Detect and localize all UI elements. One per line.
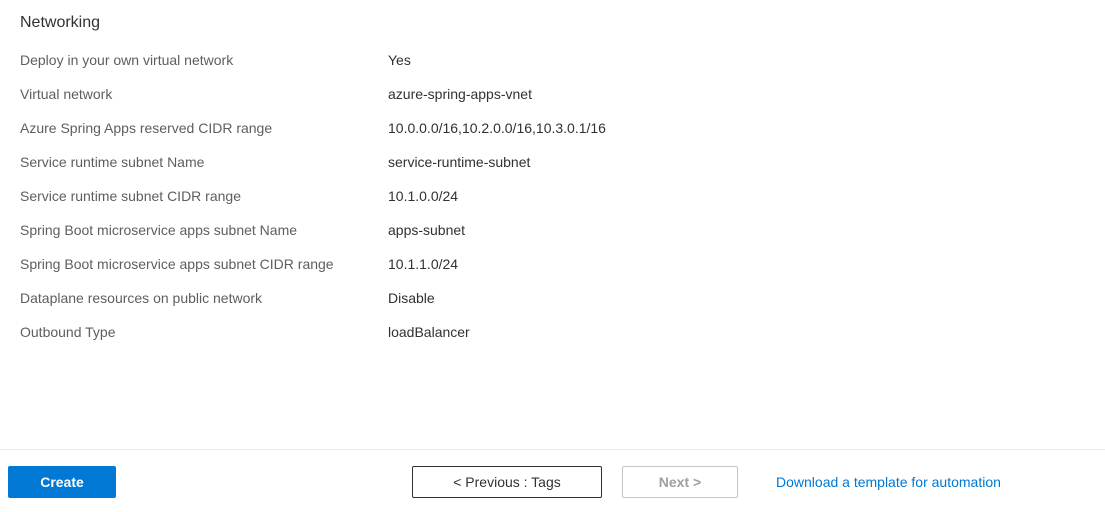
create-button[interactable]: Create	[8, 466, 116, 498]
section-title-networking: Networking	[20, 14, 1085, 32]
value-dataplane-public: Disable	[388, 288, 435, 308]
label-runtime-subnet-name: Service runtime subnet Name	[20, 152, 388, 172]
value-apps-subnet-name: apps-subnet	[388, 220, 465, 240]
label-runtime-subnet-cidr: Service runtime subnet CIDR range	[20, 186, 388, 206]
value-cidr-range: 10.0.0.0/16,10.2.0.0/16,10.3.0.1/16	[388, 118, 606, 138]
previous-button[interactable]: < Previous : Tags	[412, 466, 602, 498]
label-deploy-vnet: Deploy in your own virtual network	[20, 50, 388, 70]
label-virtual-network: Virtual network	[20, 84, 388, 104]
row-dataplane-public: Dataplane resources on public network Di…	[20, 288, 1085, 308]
row-deploy-vnet: Deploy in your own virtual network Yes	[20, 50, 1085, 70]
value-runtime-subnet-name: service-runtime-subnet	[388, 152, 530, 172]
row-apps-subnet-cidr: Spring Boot microservice apps subnet CID…	[20, 254, 1085, 274]
row-outbound-type: Outbound Type loadBalancer	[20, 322, 1085, 342]
label-dataplane-public: Dataplane resources on public network	[20, 288, 388, 308]
next-button: Next >	[622, 466, 738, 498]
label-apps-subnet-cidr: Spring Boot microservice apps subnet CID…	[20, 254, 388, 274]
row-virtual-network: Virtual network azure-spring-apps-vnet	[20, 84, 1085, 104]
footer-bar: Create < Previous : Tags Next > Download…	[0, 449, 1105, 512]
row-runtime-subnet-cidr: Service runtime subnet CIDR range 10.1.0…	[20, 186, 1085, 206]
row-cidr-range: Azure Spring Apps reserved CIDR range 10…	[20, 118, 1085, 138]
label-cidr-range: Azure Spring Apps reserved CIDR range	[20, 118, 388, 138]
row-apps-subnet-name: Spring Boot microservice apps subnet Nam…	[20, 220, 1085, 240]
value-runtime-subnet-cidr: 10.1.0.0/24	[388, 186, 458, 206]
value-virtual-network: azure-spring-apps-vnet	[388, 84, 532, 104]
row-runtime-subnet-name: Service runtime subnet Name service-runt…	[20, 152, 1085, 172]
label-outbound-type: Outbound Type	[20, 322, 388, 342]
value-outbound-type: loadBalancer	[388, 322, 470, 342]
download-template-link[interactable]: Download a template for automation	[776, 474, 1001, 490]
value-deploy-vnet: Yes	[388, 50, 411, 70]
value-apps-subnet-cidr: 10.1.1.0/24	[388, 254, 458, 274]
label-apps-subnet-name: Spring Boot microservice apps subnet Nam…	[20, 220, 388, 240]
